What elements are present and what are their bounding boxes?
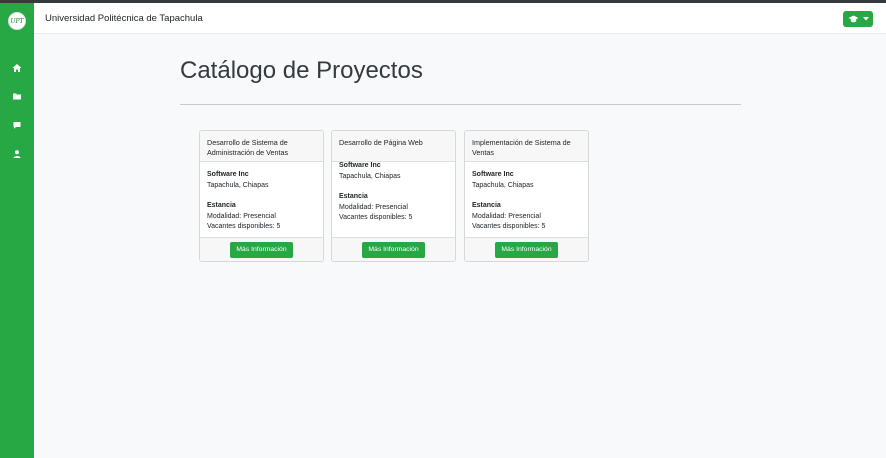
folder-icon[interactable] (11, 90, 23, 102)
modality-text: Modalidad: Presencial (207, 212, 276, 220)
card-footer: Más Información (465, 237, 588, 261)
home-icon[interactable] (11, 62, 23, 74)
card-header: Implementación de Sistema de Ventas (465, 131, 588, 162)
brand-title[interactable]: Universidad Politécnica de Tapachula (45, 13, 203, 24)
vacancies-text: Vacantes disponibles: 5 (339, 214, 413, 221)
project-type: Estancia (207, 202, 236, 209)
title-divider (180, 104, 741, 105)
project-type: Estancia (339, 193, 368, 200)
user-menu-button[interactable] (843, 11, 873, 27)
card-footer: Más Información (200, 237, 323, 261)
university-logo[interactable]: UPT (8, 12, 26, 30)
card-body: Software Inc Tapachula, Chiapas Estancia… (339, 161, 412, 224)
page-title: Catálogo de Proyectos (180, 57, 423, 84)
modality-text: Modalidad: Presencial (339, 203, 408, 211)
user-icon[interactable] (11, 148, 23, 160)
company-name: Software Inc (472, 171, 514, 178)
card-header: Desarrollo de Página Web (332, 131, 455, 162)
project-type: Estancia (472, 202, 501, 209)
more-info-button[interactable]: Más Información (495, 242, 558, 258)
more-info-button[interactable]: Más Información (362, 242, 425, 258)
modality-text: Modalidad: Presencial (472, 212, 541, 220)
card-title: Desarrollo de Sistema de Administración … (207, 138, 289, 157)
location-text: Tapachula, Chiapas (207, 181, 269, 189)
location-text: Tapachula, Chiapas (339, 172, 401, 180)
top-navbar: Universidad Politécnica de Tapachula (34, 3, 886, 34)
more-info-button[interactable]: Más Información (230, 242, 293, 258)
graduation-cap-icon (848, 14, 859, 24)
card-title: Desarrollo de Página Web (339, 138, 423, 147)
chevron-down-icon (863, 17, 869, 21)
vacancies-text: Vacantes disponibles: 5 (472, 223, 546, 230)
card-title: Implementación de Sistema de Ventas (472, 138, 571, 157)
project-card: Desarrollo de Página Web Software Inc Ta… (331, 130, 456, 262)
card-body: Software Inc Tapachula, Chiapas Estancia… (207, 170, 280, 233)
project-card: Desarrollo de Sistema de Administración … (199, 130, 324, 262)
comment-icon[interactable] (11, 119, 23, 131)
card-body: Software Inc Tapachula, Chiapas Estancia… (472, 170, 545, 233)
project-card: Implementación de Sistema de Ventas Soft… (464, 130, 589, 262)
card-header: Desarrollo de Sistema de Administración … (200, 131, 323, 162)
sidebar: UPT (0, 3, 34, 458)
company-name: Software Inc (339, 162, 381, 169)
location-text: Tapachula, Chiapas (472, 181, 534, 189)
card-footer: Más Información (332, 237, 455, 261)
company-name: Software Inc (207, 171, 249, 178)
vacancies-text: Vacantes disponibles: 5 (207, 223, 281, 230)
